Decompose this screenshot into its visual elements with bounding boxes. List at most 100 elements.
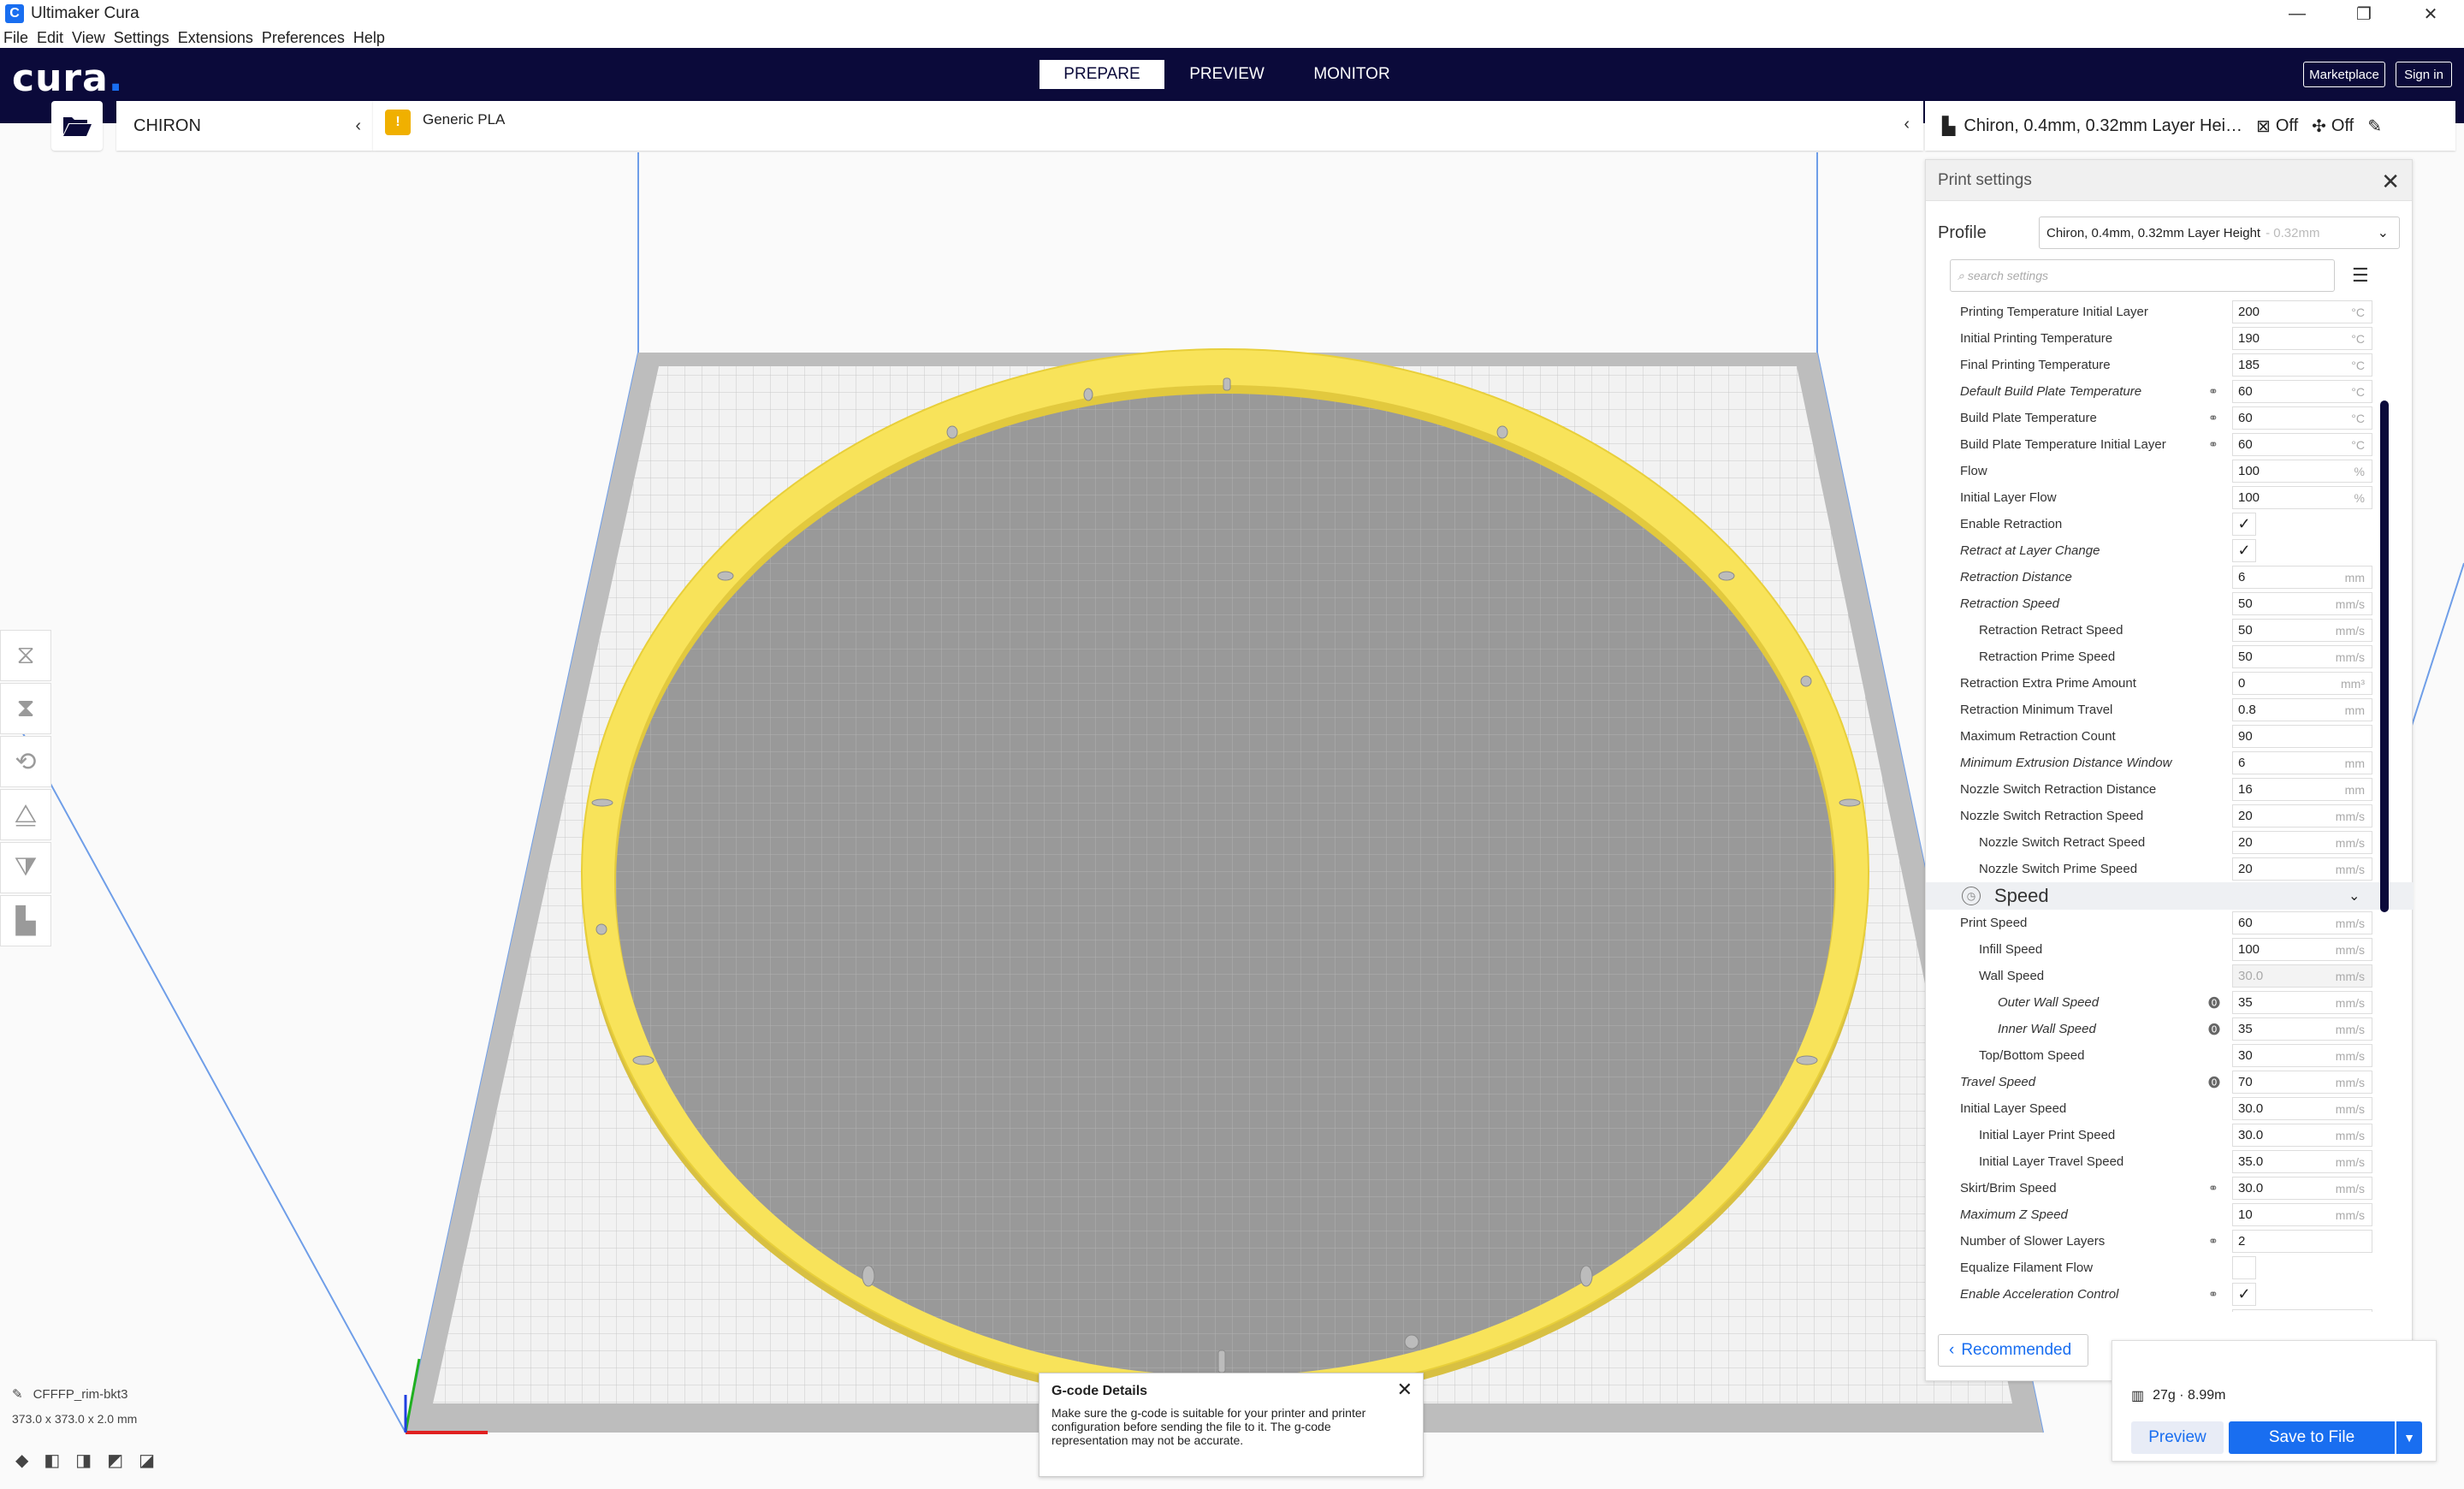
setting-value-field[interactable]: 0 mm³ [2232,672,2372,695]
setting-value-field[interactable]: 30.0 mm/s [2232,1124,2372,1147]
print-setup-selector[interactable]: ▙ Chiron, 0.4mm, 0.32mm Layer Hei… ⊠ Off… [1925,101,2455,151]
setting-value-field[interactable]: 2 [2232,1230,2372,1253]
setting-name: Printing Temperature Initial Layer [1960,305,2148,319]
minimize-button[interactable]: — [2264,0,2331,27]
setting-value-field[interactable]: 30.0 mm/s [2232,964,2372,988]
menu-edit[interactable]: Edit [37,29,63,47]
setting-value-field[interactable]: 30.0 mm/s [2232,1177,2372,1200]
left-view-icon[interactable]: ◩ [107,1450,123,1471]
3d-view-icon[interactable]: ◆ [15,1450,28,1471]
recommended-button[interactable]: ‹ Recommended [1938,1334,2088,1367]
menu-file[interactable]: File [3,29,28,47]
close-icon[interactable]: ✕ [2381,169,2400,195]
info-icon[interactable]: ⓿ [2208,1074,2220,1091]
setting-value-field[interactable]: 20 mm/s [2232,804,2372,828]
setting-value-field[interactable]: 185 °C [2232,353,2372,377]
setting-value-field[interactable]: 20 mm/s [2232,831,2372,854]
setting-value-field[interactable]: 100% [2232,460,2372,483]
setting-value-field[interactable]: 16 mm [2232,778,2372,801]
setting-value-field[interactable]: 0.8 mm [2232,698,2372,721]
rotate-tool-button[interactable]: ⟲ [0,736,51,787]
profile-dropdown[interactable]: Chiron, 0.4mm, 0.32mm Layer Height - 0.3… [2039,217,2400,249]
setting-checkbox[interactable]: ✓ [2232,513,2256,536]
setting-value-field[interactable]: 60 °C [2232,380,2372,403]
setting-name: Enable Acceleration Control [1960,1287,2119,1302]
close-window-button[interactable]: ✕ [2397,0,2464,27]
link-icon[interactable]: ⚭ [2208,1234,2218,1249]
open-file-button[interactable] [51,101,103,151]
setting-value-field[interactable]: 50 mm/s [2232,592,2372,615]
setting-value-field[interactable]: 1000mm/s² [2232,1309,2372,1312]
setting-row: Enable Retraction ✓ [1926,511,2414,537]
menu-help[interactable]: Help [353,29,385,47]
pencil-icon[interactable]: ✎ [12,1386,23,1402]
setting-value-field[interactable]: 60 mm/s [2232,911,2372,934]
setting-row: Nozzle Switch Retract Speed 20 mm/s [1926,829,2414,856]
setting-value-field[interactable]: 30.0 mm/s [2232,1097,2372,1120]
setting-value-field[interactable]: 100 mm/s [2232,938,2372,961]
preview-button[interactable]: Preview [2131,1421,2224,1454]
printer-selector[interactable]: CHIRON ‹ [116,101,373,151]
gcode-body: Make sure the g-code is suitable for you… [1051,1406,1366,1447]
setting-row: Initial Printing Temperature 190 °C [1926,325,2414,352]
setting-value: 185 [2238,358,2260,372]
tab-monitor[interactable]: MONITOR [1289,60,1414,89]
settings-menu-icon[interactable]: ☰ [2352,264,2369,287]
link-icon[interactable]: ⚭ [2208,411,2218,425]
setting-value: 10 [2238,1207,2253,1222]
front-view-icon[interactable]: ◧ [44,1450,60,1471]
setting-value-field[interactable]: 50 mm/s [2232,619,2372,642]
setting-value-field[interactable]: 35 mm/s [2232,991,2372,1014]
scale-tool-button[interactable]: ⧗ [0,683,51,734]
move-tool-button[interactable]: ⧖ [0,630,51,681]
setting-checkbox[interactable] [2232,1256,2256,1279]
setting-value-field[interactable]: 60 °C [2232,433,2372,456]
setting-value-field[interactable]: 60 °C [2232,406,2372,430]
setting-value-field[interactable]: 6 mm [2232,566,2372,589]
maximize-button[interactable]: ❐ [2331,0,2397,27]
menu-view[interactable]: View [72,29,105,47]
settings-category[interactable]: ◷ Speed ⌄ [1926,882,2414,910]
material-selector[interactable]: ! Generic PLA ‹ [373,101,1923,151]
search-input[interactable]: ⌕ search settings [1950,259,2335,292]
setting-value-field[interactable]: 35.0 mm/s [2232,1150,2372,1173]
close-icon[interactable]: ✕ [1397,1379,1413,1401]
top-view-icon[interactable]: ◨ [75,1450,92,1471]
link-icon[interactable]: ⚭ [2208,384,2218,399]
setting-value-field[interactable]: 50 mm/s [2232,645,2372,668]
save-options-button[interactable]: ▼ [2396,1421,2422,1454]
link-icon[interactable]: ⚭ [2208,1287,2218,1302]
setting-value-field[interactable]: 30 mm/s [2232,1044,2372,1067]
settings-list[interactable]: Printing Temperature Initial Layer 200 °C I… [1926,299,2414,1312]
setting-value-field[interactable]: 190 °C [2232,327,2372,350]
setting-value: 50 [2238,650,2253,664]
menu-preferences[interactable]: Preferences [262,29,345,47]
setting-value-field[interactable]: 200 °C [2232,300,2372,323]
support-blocker-button[interactable]: ▙ [0,895,51,946]
right-view-icon[interactable]: ◪ [139,1450,155,1471]
setting-value-field[interactable]: 90 [2232,725,2372,748]
menu-extensions[interactable]: Extensions [178,29,253,47]
setting-value-field[interactable]: 35 mm/s [2232,1017,2372,1041]
info-icon[interactable]: ⓿ [2208,994,2220,1011]
save-to-file-button[interactable]: Save to File [2229,1421,2395,1454]
setting-value-field[interactable]: 10 mm/s [2232,1203,2372,1226]
settings-scrollbar[interactable] [2380,400,2389,912]
mirror-tool-button[interactable]: ⧋ [0,789,51,840]
tab-prepare[interactable]: PREPARE [1040,60,1164,89]
setting-value-field[interactable]: 100% [2232,486,2372,509]
setting-value-field[interactable]: 70 mm/s [2232,1071,2372,1094]
setting-value-field[interactable]: 20 mm/s [2232,857,2372,881]
setting-value-field[interactable]: 6 mm [2232,751,2372,774]
per-model-settings-button[interactable]: ⧩ [0,842,51,893]
setting-checkbox[interactable]: ✓ [2232,539,2256,562]
menu-settings[interactable]: Settings [114,29,169,47]
link-icon[interactable]: ⚭ [2208,1181,2218,1195]
marketplace-button[interactable]: Marketplace [2303,62,2385,87]
link-icon[interactable]: ⚭ [2208,437,2218,452]
sign-in-button[interactable]: Sign in [2396,62,2452,87]
info-icon[interactable]: ⓿ [2208,1021,2220,1038]
setting-checkbox[interactable]: ✓ [2232,1283,2256,1306]
menu-bar: File Edit View Settings Extensions Prefe… [0,27,2464,48]
tab-preview[interactable]: PREVIEW [1164,60,1289,89]
